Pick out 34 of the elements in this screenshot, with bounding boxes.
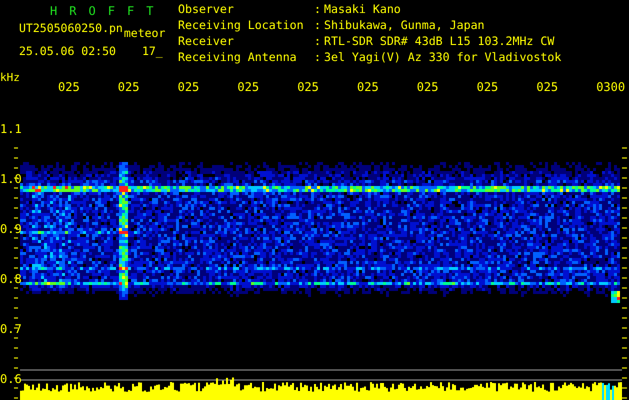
info-separator: : xyxy=(314,36,322,50)
info-separator: : xyxy=(314,20,322,34)
info-label: Receiving Antenna xyxy=(178,52,298,66)
time-label: 025 xyxy=(297,80,319,94)
file-name: UT2505060250.pn xyxy=(19,20,123,37)
info-value: Shibukawa, Gunma, Japan xyxy=(324,20,486,34)
frequency-label: 1.0 xyxy=(0,172,22,186)
time-label: 025 xyxy=(178,80,200,94)
time-label: 025 xyxy=(476,80,498,94)
info-value: Masaki Kano xyxy=(324,4,402,18)
time-label: 025 xyxy=(118,80,140,94)
info-label: Receiver xyxy=(178,36,235,50)
info-separator: : xyxy=(314,52,322,66)
info-value: RTL-SDR SDR# 43dB L15 103.2MHz CW xyxy=(324,36,556,50)
info-label: Receiving Location xyxy=(178,20,305,34)
frequency-label: 0.9 xyxy=(0,222,22,236)
time-label: 025 xyxy=(58,80,80,94)
frequency-label: 1.1 xyxy=(0,122,22,136)
timestamp: 25.05.06 02:50 xyxy=(19,43,116,60)
time-label: 025 xyxy=(416,80,438,94)
info-label: Observer xyxy=(178,4,235,18)
time-label: 025 xyxy=(357,80,379,94)
event-tag: meteor xyxy=(124,24,166,42)
time-label: 025 xyxy=(237,80,260,94)
frequency-label: 0.7 xyxy=(0,322,22,336)
info-separator: : xyxy=(314,4,322,18)
frequency-label: 0.6 xyxy=(0,372,22,386)
counter-text: 17_ xyxy=(142,43,163,60)
time-label: 0300 xyxy=(596,80,626,94)
frequency-label: 0.8 xyxy=(0,272,22,286)
time-label: 025 xyxy=(536,80,558,94)
axis-unit: kHz xyxy=(0,71,20,84)
app-title: H R O F F T xyxy=(49,4,157,19)
info-value: 3el Yagi(V) Az 330 for Vladivostok xyxy=(324,52,562,66)
